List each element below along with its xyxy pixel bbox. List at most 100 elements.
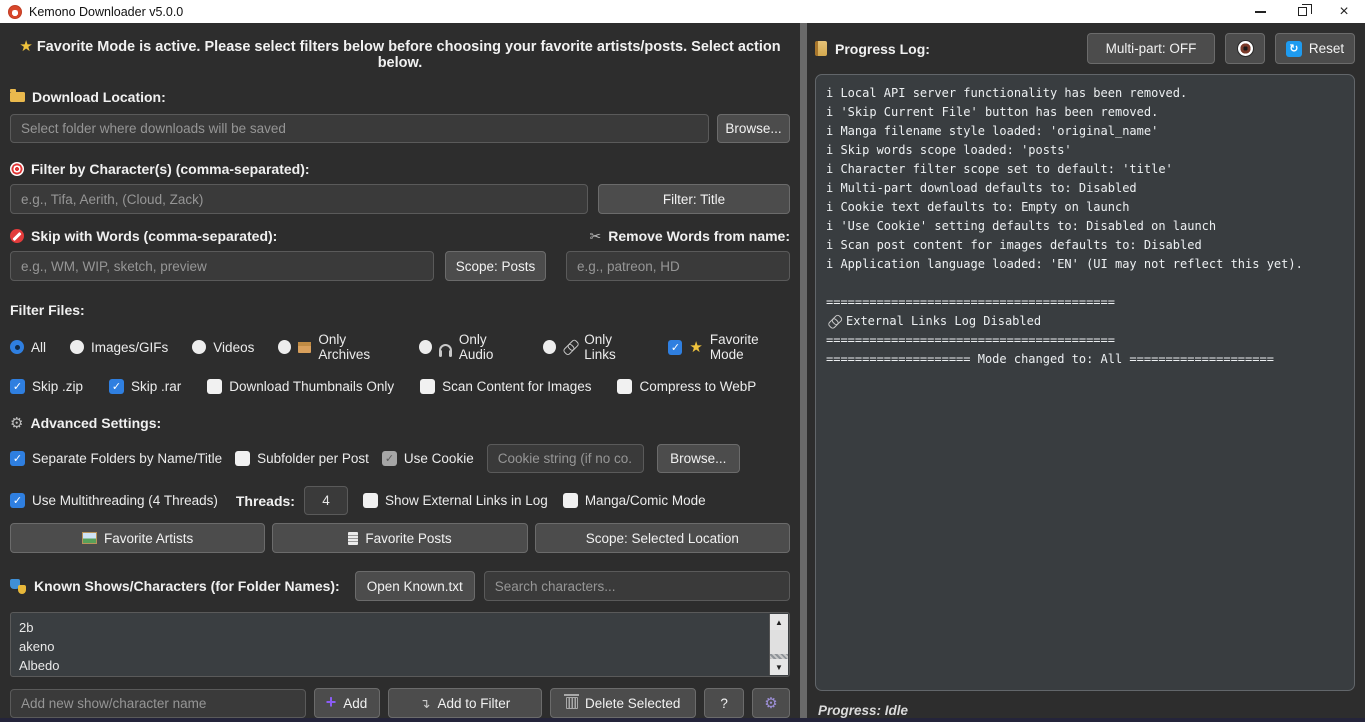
button-label: Scope: Selected Location bbox=[586, 531, 739, 546]
remove-words-label-text: Remove Words from name: bbox=[608, 228, 790, 244]
list-item[interactable]: 2b bbox=[19, 618, 789, 637]
checkbox-use-cookie[interactable]: Use Cookie bbox=[382, 451, 474, 466]
checkbox-favorite-mode[interactable]: ★ Favorite Mode bbox=[668, 332, 790, 362]
checkbox-subfolder-per-post[interactable]: Subfolder per Post bbox=[235, 451, 369, 466]
checkbox-checked-icon bbox=[10, 379, 25, 394]
log-line: i Local API server functionality has bee… bbox=[826, 84, 1344, 103]
favorite-posts-button[interactable]: Favorite Posts bbox=[272, 523, 527, 553]
filter-scope-button[interactable]: Filter: Title bbox=[598, 184, 790, 214]
log-line bbox=[826, 274, 1344, 293]
add-button[interactable]: + Add bbox=[314, 688, 380, 718]
add-to-filter-button[interactable]: ↴ Add to Filter bbox=[388, 688, 543, 718]
checkbox-label: Subfolder per Post bbox=[257, 451, 369, 466]
checkbox-scan-content[interactable]: Scan Content for Images bbox=[420, 379, 591, 394]
checkbox-label: Scan Content for Images bbox=[442, 379, 591, 394]
restore-icon bbox=[1298, 7, 1307, 16]
scope-selected-location-button[interactable]: Scope: Selected Location bbox=[535, 523, 790, 553]
multipart-toggle-button[interactable]: Multi-part: OFF bbox=[1087, 33, 1215, 64]
favorite-artists-button[interactable]: Favorite Artists bbox=[10, 523, 265, 553]
app-window: ★ Favorite Mode is active. Please select … bbox=[0, 23, 1365, 718]
open-known-txt-button[interactable]: Open Known.txt bbox=[355, 571, 475, 601]
skip-scope-button[interactable]: Scope: Posts bbox=[445, 251, 546, 281]
checkbox-compress-webp[interactable]: Compress to WebP bbox=[617, 379, 756, 394]
favorite-mode-banner: ★ Favorite Mode is active. Please select … bbox=[10, 39, 790, 71]
progress-log-title: Progress Log: bbox=[815, 41, 930, 57]
remove-words-input[interactable] bbox=[566, 251, 790, 281]
list-item[interactable]: Albedo bbox=[19, 656, 789, 675]
star-icon: ★ bbox=[19, 39, 32, 54]
right-panel: Progress Log: Multi-part: OFF Reset i Lo… bbox=[807, 23, 1365, 718]
maximize-button[interactable] bbox=[1281, 0, 1323, 23]
checkbox-skip-zip[interactable]: Skip .zip bbox=[10, 379, 83, 394]
remove-words-label: ✂ Remove Words from name: bbox=[589, 228, 790, 244]
checkbox-use-multithreading[interactable]: Use Multithreading (4 Threads) bbox=[10, 493, 218, 508]
scroll-thumb[interactable] bbox=[770, 630, 788, 654]
download-browse-button[interactable]: Browse... bbox=[717, 114, 790, 143]
cookie-browse-button[interactable]: Browse... bbox=[657, 444, 740, 473]
radio-images-gifs[interactable]: Images/GIFs bbox=[70, 340, 168, 355]
checkbox-download-thumbnails[interactable]: Download Thumbnails Only bbox=[207, 379, 394, 394]
list-item[interactable]: Android 18 bbox=[19, 675, 789, 677]
character-filter-label-text: Filter by Character(s) (comma-separated)… bbox=[31, 161, 310, 177]
checkbox-label: Compress to WebP bbox=[639, 379, 756, 394]
log-line: External Links Log Disabled bbox=[826, 312, 1344, 331]
radio-label: Only Audio bbox=[459, 332, 519, 362]
list-scrollbar[interactable]: ▲ ▼ bbox=[769, 614, 788, 675]
favorite-mode-banner-text: Favorite Mode is active. Please select f… bbox=[37, 39, 781, 71]
picture-icon bbox=[82, 532, 97, 544]
skip-words-input[interactable] bbox=[10, 251, 434, 281]
button-label: Favorite Artists bbox=[104, 531, 193, 546]
delete-selected-button[interactable]: Delete Selected bbox=[550, 688, 696, 718]
button-label: Add bbox=[343, 696, 367, 711]
checkbox-show-external-links[interactable]: Show External Links in Log bbox=[363, 493, 548, 508]
help-button[interactable]: ? bbox=[704, 688, 744, 718]
checkbox-checked-icon bbox=[109, 379, 124, 394]
eye-button[interactable] bbox=[1225, 33, 1265, 64]
character-filter-input[interactable] bbox=[10, 184, 588, 214]
panel-splitter[interactable] bbox=[800, 23, 807, 718]
add-character-input[interactable] bbox=[10, 689, 306, 718]
checkbox-checked-icon bbox=[668, 340, 682, 355]
minimize-icon bbox=[1255, 11, 1266, 13]
trash-icon bbox=[566, 697, 578, 709]
threads-input[interactable] bbox=[304, 486, 348, 515]
checkbox-icon bbox=[235, 451, 250, 466]
checkbox-label: Use Multithreading (4 Threads) bbox=[32, 493, 218, 508]
checkbox-icon bbox=[617, 379, 632, 394]
download-location-input[interactable] bbox=[10, 114, 709, 143]
checkbox-label: Manga/Comic Mode bbox=[585, 493, 706, 508]
radio-only-archives[interactable]: Only Archives bbox=[278, 332, 395, 362]
checkbox-checked-icon bbox=[10, 451, 25, 466]
log-line: i Manga filename style loaded: 'original… bbox=[826, 122, 1344, 141]
skip-words-label: Skip with Words (comma-separated): bbox=[10, 228, 277, 244]
radio-icon bbox=[70, 340, 84, 354]
close-button[interactable]: × bbox=[1323, 0, 1365, 23]
advanced-row-2: Use Multithreading (4 Threads) Threads: … bbox=[10, 486, 790, 515]
cookie-string-input[interactable] bbox=[487, 444, 644, 473]
radio-icon bbox=[543, 340, 556, 354]
skip-remove-labels-row: Skip with Words (comma-separated): ✂ Rem… bbox=[10, 228, 790, 244]
radio-only-links[interactable]: Only Links bbox=[543, 332, 642, 362]
radio-label: Only Archives bbox=[318, 332, 395, 362]
filter-files-label-text: Filter Files: bbox=[10, 302, 85, 318]
checkbox-manga-comic-mode[interactable]: Manga/Comic Mode bbox=[563, 493, 706, 508]
add-character-row: + Add ↴ Add to Filter Delete Selected ? … bbox=[10, 688, 790, 718]
list-item[interactable]: akeno bbox=[19, 637, 789, 656]
left-panel: ★ Favorite Mode is active. Please select … bbox=[0, 23, 800, 718]
minimize-button[interactable] bbox=[1239, 0, 1281, 23]
reset-button[interactable]: Reset bbox=[1275, 33, 1355, 64]
scroll-down-button[interactable]: ▼ bbox=[770, 659, 788, 675]
known-characters-list[interactable]: ▲ ▼ 2bakenoAlbedoAndroid 18Android 21 bbox=[10, 612, 790, 677]
radio-videos[interactable]: Videos bbox=[192, 340, 254, 355]
document-icon bbox=[348, 532, 358, 545]
radio-only-audio[interactable]: Only Audio bbox=[419, 332, 519, 362]
scroll-up-button[interactable]: ▲ bbox=[770, 614, 788, 630]
search-characters-input[interactable] bbox=[484, 571, 790, 601]
radio-all[interactable]: All bbox=[10, 340, 46, 355]
settings-button[interactable]: ⚙ bbox=[752, 688, 790, 718]
link-icon bbox=[826, 312, 844, 330]
checkbox-skip-rar[interactable]: Skip .rar bbox=[109, 379, 181, 394]
progress-log-output[interactable]: i Local API server functionality has bee… bbox=[815, 74, 1355, 691]
checkbox-disabled-checked-icon bbox=[382, 451, 397, 466]
checkbox-separate-folders[interactable]: Separate Folders by Name/Title bbox=[10, 451, 222, 466]
